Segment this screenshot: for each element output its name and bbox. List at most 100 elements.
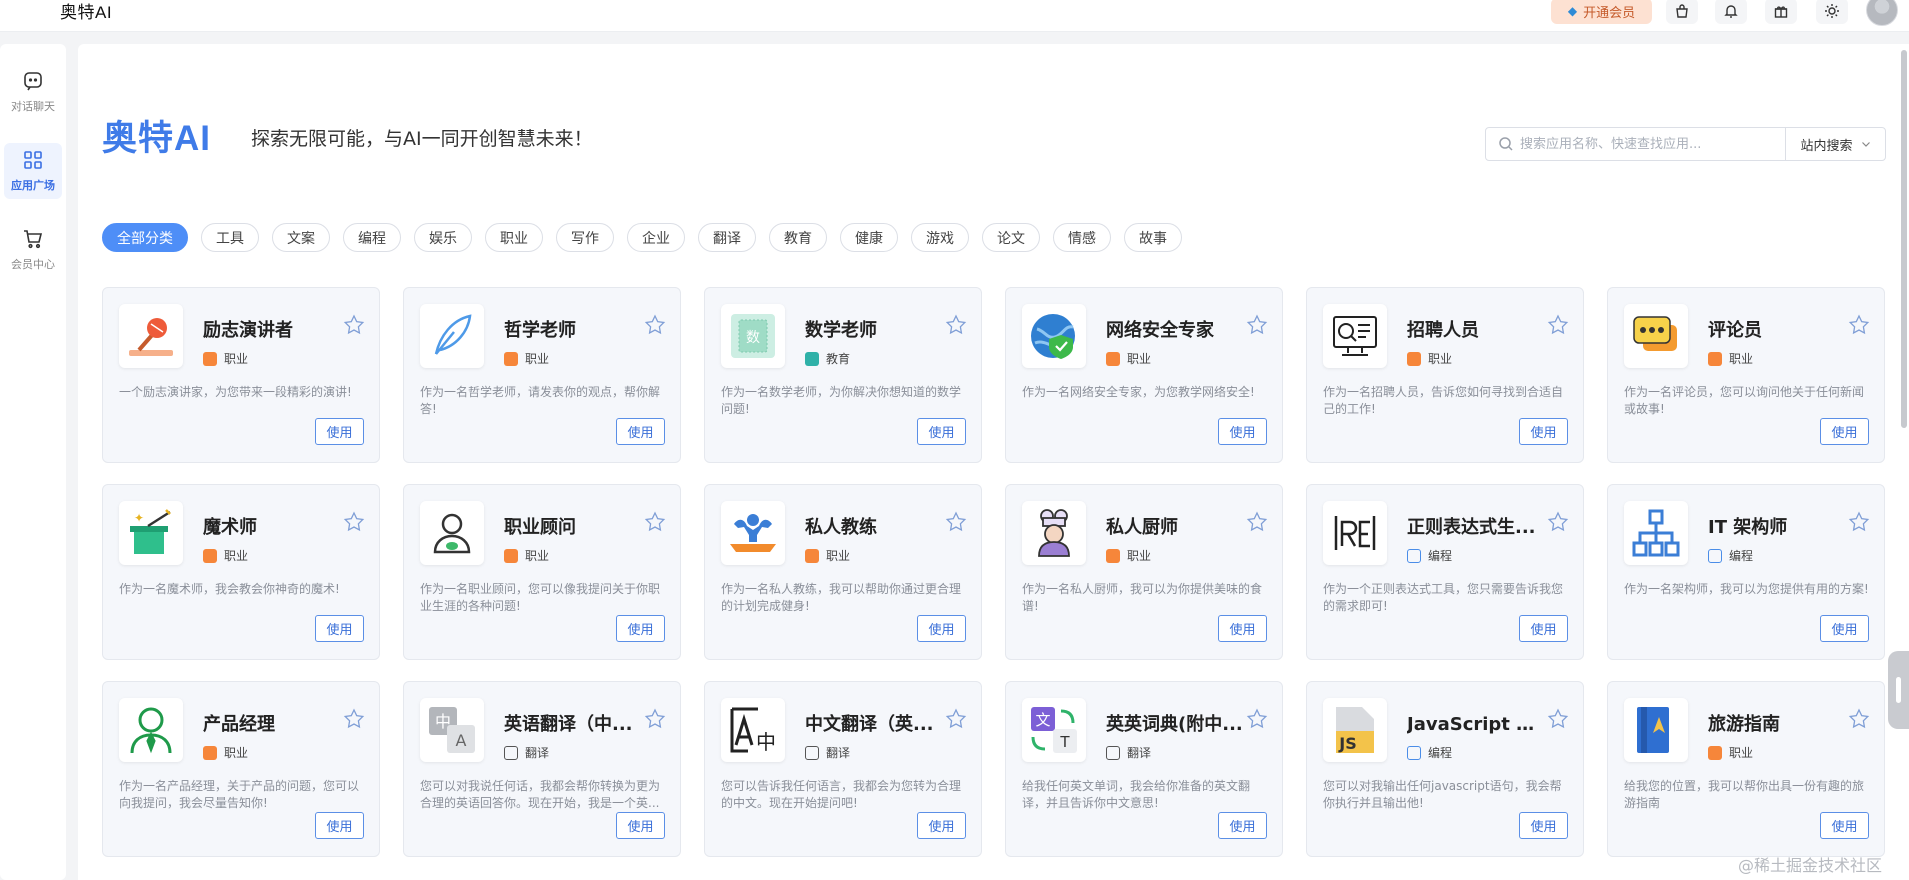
star-icon[interactable] xyxy=(644,708,666,730)
category-chip-enterprise[interactable]: 企业 xyxy=(627,223,685,252)
search-input[interactable] xyxy=(1520,130,1785,158)
star-icon[interactable] xyxy=(1848,511,1870,533)
app-description: 给我您的位置，我可以帮你出具一份有趣的旅游指南 xyxy=(1624,779,1865,810)
category-chip-games[interactable]: 游戏 xyxy=(911,223,969,252)
app-tag: 职业 xyxy=(203,547,248,564)
category-chip-career[interactable]: 职业 xyxy=(485,223,543,252)
nav-item-label: 对话聊天 xyxy=(11,100,55,113)
gift-icon xyxy=(1774,6,1788,18)
app-card[interactable]: 评论员 职业 作为一名评论员，您可以询问他关于任何新闻或故事! 使用 xyxy=(1607,287,1885,463)
category-chip-programming[interactable]: 编程 xyxy=(343,223,401,252)
notification-button[interactable] xyxy=(1715,0,1747,24)
app-card[interactable]: 产品经理 职业 作为一名产品经理，关于产品的问题，您可以向我提问，我会尽量告知你… xyxy=(102,681,380,857)
architecture-diagram-icon xyxy=(1624,501,1688,565)
app-card[interactable]: 励志演讲者 职业 一个励志演讲家，为您带来一段精彩的演讲! 使用 xyxy=(102,287,380,463)
app-tag-label: 职业 xyxy=(224,352,249,366)
category-chip-all[interactable]: 全部分类 xyxy=(102,223,188,252)
app-card[interactable]: 正则表达式生... 编程 作为一个正则表达式工具，您只需要告诉我您的需求即可! … xyxy=(1306,484,1584,660)
use-button[interactable]: 使用 xyxy=(1218,615,1267,642)
star-icon[interactable] xyxy=(1547,511,1569,533)
vip-button[interactable]: ◆ 开通会员 xyxy=(1551,0,1652,24)
product-manager-icon xyxy=(119,698,183,762)
app-grid: 励志演讲者 职业 一个励志演讲家，为您带来一段精彩的演讲! 使用 哲学老师 职业… xyxy=(102,287,1885,857)
star-icon[interactable] xyxy=(945,314,967,336)
avatar[interactable] xyxy=(1866,0,1898,26)
nav-item-app-square[interactable]: 应用广场 xyxy=(4,143,62,199)
app-card[interactable]: JS JavaScript 控... 编程 您可以对我输出任何javascrip… xyxy=(1306,681,1584,857)
nav-item-chat[interactable]: 对话聊天 xyxy=(4,64,62,120)
app-card[interactable]: IT 架构师 编程 作为一名架构师，我可以为您提供有用的方案! 使用 xyxy=(1607,484,1885,660)
theme-toggle-button[interactable] xyxy=(1816,0,1848,24)
microphone-icon xyxy=(119,304,183,368)
app-card[interactable]: 旅游指南 职业 给我您的位置，我可以帮你出具一份有趣的旅游指南 使用 xyxy=(1607,681,1885,857)
star-icon[interactable] xyxy=(644,314,666,336)
dictionary-icon: 文T xyxy=(1022,698,1086,762)
star-icon[interactable] xyxy=(644,511,666,533)
bag-button[interactable] xyxy=(1666,0,1698,24)
category-chip-health[interactable]: 健康 xyxy=(840,223,898,252)
vertical-scrollbar[interactable] xyxy=(1901,50,1907,428)
app-card[interactable]: 职业顾问 职业 作为一名职业顾问，您可以像我提问关于你职业生涯的各种问题! 使用 xyxy=(403,484,681,660)
use-button[interactable]: 使用 xyxy=(917,812,966,839)
star-icon[interactable] xyxy=(343,708,365,730)
use-button[interactable]: 使用 xyxy=(1519,615,1568,642)
brand-logo[interactable]: 奥特AI xyxy=(60,0,112,23)
app-card[interactable]: ✦ 魔术师 职业 作为一名魔术师，我会教会你神奇的魔术! 使用 xyxy=(102,484,380,660)
gift-button[interactable] xyxy=(1765,0,1797,24)
star-icon[interactable] xyxy=(1547,314,1569,336)
star-icon[interactable] xyxy=(1848,314,1870,336)
star-icon[interactable] xyxy=(1547,708,1569,730)
star-icon[interactable] xyxy=(1246,314,1268,336)
category-chip-translation[interactable]: 翻译 xyxy=(698,223,756,252)
side-drawer-handle[interactable] xyxy=(1888,651,1909,729)
nav-item-member-center[interactable]: 会员中心 xyxy=(4,222,62,278)
use-button[interactable]: 使用 xyxy=(1519,418,1568,445)
app-card[interactable]: 数 数学老师 教育 作为一名数学老师，为你解决你想知道的数学问题! 使用 xyxy=(704,287,982,463)
use-button[interactable]: 使用 xyxy=(917,418,966,445)
star-icon[interactable] xyxy=(945,511,967,533)
star-icon[interactable] xyxy=(1246,511,1268,533)
category-chip-entertainment[interactable]: 娱乐 xyxy=(414,223,472,252)
use-button[interactable]: 使用 xyxy=(616,615,665,642)
app-name: 私人厨师 xyxy=(1106,517,1178,538)
app-card[interactable]: 招聘人员 职业 作为一名招聘人员，告诉您如何寻找到合适自己的工作! 使用 xyxy=(1306,287,1584,463)
search-scope-select[interactable]: 站内搜索 xyxy=(1785,128,1885,160)
star-icon[interactable] xyxy=(1848,708,1870,730)
use-button[interactable]: 使用 xyxy=(1820,615,1869,642)
app-card[interactable]: 哲学老师 职业 作为一名哲学老师，请发表你的观点，帮你解答! 使用 xyxy=(403,287,681,463)
app-card[interactable]: 中A 英语翻译（中... 翻译 您可以对我说任何话，我都会帮你转换为更为合理的英… xyxy=(403,681,681,857)
use-button[interactable]: 使用 xyxy=(1218,812,1267,839)
use-button[interactable]: 使用 xyxy=(1820,812,1869,839)
app-description: 作为一名招聘人员，告诉您如何寻找到合适自己的工作! xyxy=(1323,385,1564,416)
use-button[interactable]: 使用 xyxy=(315,812,364,839)
app-name: 励志演讲者 xyxy=(203,320,293,341)
category-chip-copywriting[interactable]: 文案 xyxy=(272,223,330,252)
app-card[interactable]: 文T 英英词典(附中... 翻译 给我任何英文单词，我会给你准备的英文翻译，并且… xyxy=(1005,681,1283,857)
use-button[interactable]: 使用 xyxy=(315,615,364,642)
app-card[interactable]: 私人厨师 职业 作为一名私人厨师，我可以为你提供美味的食谱! 使用 xyxy=(1005,484,1283,660)
star-icon[interactable] xyxy=(945,708,967,730)
use-button[interactable]: 使用 xyxy=(1218,418,1267,445)
star-icon[interactable] xyxy=(343,314,365,336)
use-button[interactable]: 使用 xyxy=(616,418,665,445)
category-chip-emotion[interactable]: 情感 xyxy=(1053,223,1111,252)
star-icon[interactable] xyxy=(1246,708,1268,730)
use-button[interactable]: 使用 xyxy=(315,418,364,445)
use-button[interactable]: 使用 xyxy=(616,812,665,839)
category-chip-writing[interactable]: 写作 xyxy=(556,223,614,252)
category-chip-stories[interactable]: 故事 xyxy=(1124,223,1182,252)
star-icon[interactable] xyxy=(343,511,365,533)
app-tag: 编程 xyxy=(1708,547,1753,564)
app-card[interactable]: 中 中文翻译（英... 翻译 您可以告诉我任何语言，我都会为您转为合理的中文。现… xyxy=(704,681,982,857)
category-chip-papers[interactable]: 论文 xyxy=(982,223,1040,252)
app-card[interactable]: 网络安全专家 职业 作为一名网络安全专家，为您教学网络安全! 使用 xyxy=(1005,287,1283,463)
use-button[interactable]: 使用 xyxy=(917,615,966,642)
app-name: 数学老师 xyxy=(805,320,877,341)
use-button[interactable]: 使用 xyxy=(1519,812,1568,839)
app-card[interactable]: 私人教练 职业 作为一名私人教练，我可以帮助你通过更合理的计划完成健身! 使用 xyxy=(704,484,982,660)
svg-text:中: 中 xyxy=(756,730,776,754)
category-chip-tools[interactable]: 工具 xyxy=(201,223,259,252)
category-chip-education[interactable]: 教育 xyxy=(769,223,827,252)
use-button[interactable]: 使用 xyxy=(1820,418,1869,445)
app-tag: 职业 xyxy=(1106,547,1151,564)
